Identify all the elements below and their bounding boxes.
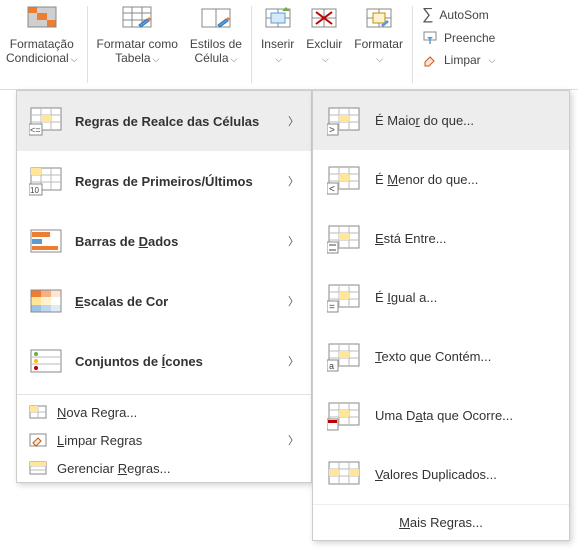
delete-cells-icon	[308, 3, 340, 35]
ribbon-label: Formatar como	[97, 37, 178, 51]
menu-item-label: Regras de Realce das Células	[75, 114, 276, 129]
svg-text:<: <	[329, 184, 335, 195]
submenu-item-label: Texto que Contém...	[375, 349, 491, 364]
ribbon-label: Formatar	[354, 37, 403, 51]
less-than-icon: <	[327, 163, 361, 197]
highlight-rules-icon: <=	[29, 104, 63, 138]
data-bars-icon	[29, 224, 63, 258]
chevron-down-icon: ⌵	[71, 54, 78, 64]
ribbon-label: Célula	[194, 51, 228, 65]
delete-button[interactable]: Excluir ⌵	[300, 0, 348, 89]
svg-text:10: 10	[30, 186, 39, 195]
between-icon	[327, 222, 361, 256]
insert-cells-icon	[262, 3, 294, 35]
chevron-right-icon: 〉	[288, 293, 299, 309]
menu-item-label: Nova Regra...	[57, 405, 137, 420]
submenu-item-label: Uma Data que Ocorre...	[375, 408, 513, 423]
chevron-down-icon: ⌵	[322, 54, 329, 64]
menu-item-label: Limpar Regras	[57, 433, 142, 448]
format-button[interactable]: Formatar ⌵	[348, 0, 409, 89]
manage-rules-item[interactable]: Gerenciar Regras...	[17, 454, 311, 482]
submenu-item-label: É Menor do que...	[375, 172, 478, 187]
between-item[interactable]: Está Entre...	[313, 209, 569, 268]
ribbon-label: Inserir	[261, 37, 294, 51]
greater-than-icon: >	[327, 104, 361, 138]
text-contains-item[interactable]: a Texto que Contém...	[313, 327, 569, 386]
ribbon-label: Formatação	[10, 37, 74, 51]
highlight-cells-rules-submenu: > É Maior do que... < É Menor do que... …	[312, 90, 570, 541]
insert-button[interactable]: Inserir ⌵	[255, 0, 300, 89]
greater-than-item[interactable]: > É Maior do que...	[313, 91, 569, 150]
data-bars-item[interactable]: Barras de Dados 〉	[17, 211, 311, 271]
clear-button[interactable]: Limpar ⌵	[422, 50, 496, 70]
conditional-formatting-icon	[26, 3, 58, 35]
submenu-item-label: Mais Regras...	[399, 515, 483, 530]
ribbon-label: Excluir	[306, 37, 342, 51]
svg-text:>: >	[329, 125, 335, 136]
format-cells-icon	[363, 3, 395, 35]
eraser-icon	[422, 52, 438, 68]
conditional-formatting-button[interactable]: Formatação Condicional⌵	[0, 0, 84, 89]
text-contains-icon: a	[327, 340, 361, 374]
autosum-button[interactable]: ∑ AutoSom	[422, 4, 496, 26]
ribbon-label: Condicional	[6, 51, 69, 65]
date-icon	[327, 399, 361, 433]
duplicate-values-item[interactable]: Valores Duplicados...	[313, 445, 569, 504]
fill-down-icon	[422, 30, 438, 46]
chevron-right-icon: 〉	[288, 353, 299, 369]
clear-rules-item[interactable]: Limpar Regras 〉	[17, 426, 311, 454]
chevron-down-icon: ⌵	[376, 54, 383, 64]
ribbon-label: Tabela	[115, 51, 150, 65]
top-bottom-icon: 10	[29, 164, 63, 198]
submenu-item-label: É Igual a...	[375, 290, 437, 305]
menu-item-label: Regras de Primeiros/Últimos	[75, 174, 276, 189]
chevron-right-icon: 〉	[288, 113, 299, 129]
chevron-right-icon: 〉	[288, 233, 299, 249]
ribbon-label: Estilos de	[190, 37, 242, 51]
format-as-table-icon	[121, 3, 153, 35]
more-rules-item[interactable]: Mais Regras...	[313, 504, 569, 540]
color-scales-item[interactable]: Escalas de Cor 〉	[17, 271, 311, 331]
chevron-down-icon: ⌵	[275, 54, 282, 64]
svg-text:a: a	[329, 361, 334, 371]
icon-sets-icon	[29, 344, 63, 378]
ribbon-label: Limpar	[444, 53, 481, 67]
conditional-formatting-menu: <= Regras de Realce das Células 〉 10 Reg…	[16, 90, 312, 483]
submenu-item-label: É Maior do que...	[375, 113, 474, 128]
svg-text:<=: <=	[30, 125, 41, 135]
fill-button[interactable]: Preenche	[422, 28, 496, 48]
menu-item-label: Conjuntos de Ícones	[75, 354, 276, 369]
equal-to-item[interactable]: = É Igual a...	[313, 268, 569, 327]
cell-styles-button[interactable]: Estilos de Célula⌵	[184, 0, 248, 89]
clear-rules-icon	[29, 431, 47, 449]
cell-styles-icon	[200, 3, 232, 35]
manage-rules-icon	[29, 459, 47, 477]
new-rule-item[interactable]: Nova Regra...	[17, 398, 311, 426]
highlight-cells-rules-item[interactable]: <= Regras de Realce das Células 〉	[17, 91, 311, 151]
chevron-down-icon: ⌵	[231, 54, 238, 64]
ribbon-label: AutoSom	[439, 8, 488, 22]
color-scales-icon	[29, 284, 63, 318]
new-rule-icon	[29, 403, 47, 421]
submenu-item-label: Está Entre...	[375, 231, 447, 246]
date-occurring-item[interactable]: Uma Data que Ocorre...	[313, 386, 569, 445]
less-than-item[interactable]: < É Menor do que...	[313, 150, 569, 209]
top-bottom-rules-item[interactable]: 10 Regras de Primeiros/Últimos 〉	[17, 151, 311, 211]
submenu-item-label: Valores Duplicados...	[375, 467, 497, 482]
svg-text:=: =	[329, 302, 335, 313]
duplicate-values-icon	[327, 458, 361, 492]
menu-item-label: Gerenciar Regras...	[57, 461, 170, 476]
chevron-down-icon: ⌵	[153, 54, 160, 64]
sigma-icon: ∑	[422, 6, 433, 24]
chevron-right-icon: 〉	[288, 432, 299, 448]
menu-item-label: Barras de Dados	[75, 234, 276, 249]
chevron-right-icon: 〉	[288, 173, 299, 189]
ribbon-label: Preenche	[444, 31, 495, 45]
menu-item-label: Escalas de Cor	[75, 294, 276, 309]
format-as-table-button[interactable]: Formatar como Tabela⌵	[91, 0, 184, 89]
icon-sets-item[interactable]: Conjuntos de Ícones 〉	[17, 331, 311, 391]
chevron-down-icon: ⌵	[489, 55, 496, 66]
equal-to-icon: =	[327, 281, 361, 315]
